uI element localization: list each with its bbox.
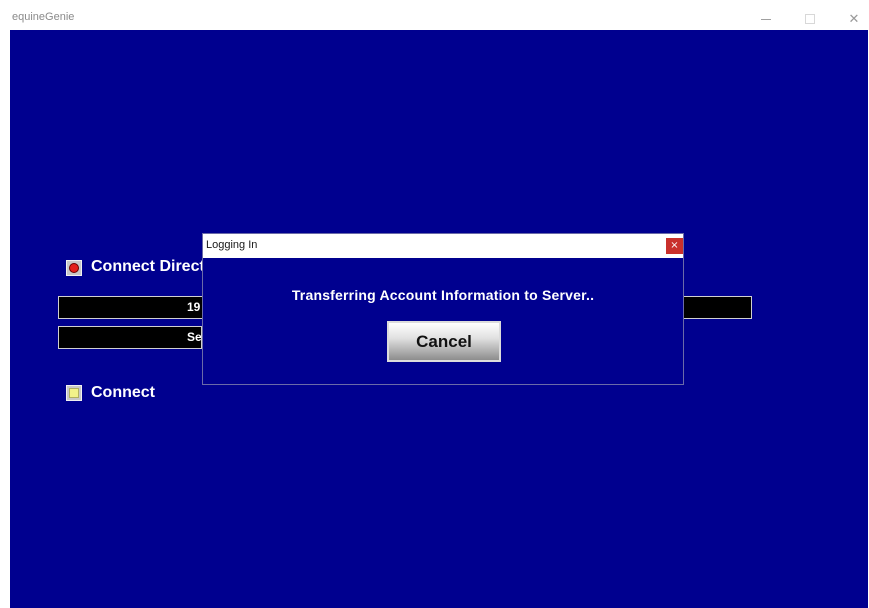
- minimize-button[interactable]: [744, 8, 788, 30]
- minimize-icon: [761, 18, 771, 20]
- connect-radio[interactable]: [66, 385, 82, 401]
- maximize-button[interactable]: [788, 8, 832, 30]
- server-value: Se: [187, 330, 202, 344]
- app-window: equineGenie ✕ Connect Direct 19 Se Conne…: [10, 8, 868, 608]
- dialog-title: Logging In: [206, 239, 258, 251]
- dialog-message: Transferring Account Information to Serv…: [291, 287, 595, 303]
- window-titlebar[interactable]: equineGenie ✕: [10, 8, 868, 30]
- radio-unselected-indicator: [69, 388, 79, 398]
- dialog-titlebar[interactable]: Logging In ×: [203, 234, 683, 258]
- close-icon: ×: [670, 240, 679, 251]
- connect-direct-label[interactable]: Connect Direct: [91, 258, 203, 276]
- logging-in-dialog: Logging In × Transferring Account Inform…: [202, 233, 684, 385]
- app-client-area: Connect Direct 19 Se Connect Logging In …: [10, 30, 868, 608]
- app-title: equineGenie: [12, 11, 75, 23]
- server-field[interactable]: Se: [58, 326, 202, 349]
- close-button[interactable]: ✕: [832, 8, 869, 30]
- close-icon: ✕: [848, 11, 860, 27]
- dialog-close-button[interactable]: ×: [666, 238, 683, 254]
- connect-label[interactable]: Connect: [91, 384, 155, 402]
- cancel-button[interactable]: Cancel: [387, 321, 501, 362]
- radio-selected-indicator: [69, 263, 79, 273]
- connect-direct-radio[interactable]: [66, 260, 82, 276]
- maximize-icon: [805, 14, 815, 24]
- ip-address-value: 19: [187, 300, 201, 314]
